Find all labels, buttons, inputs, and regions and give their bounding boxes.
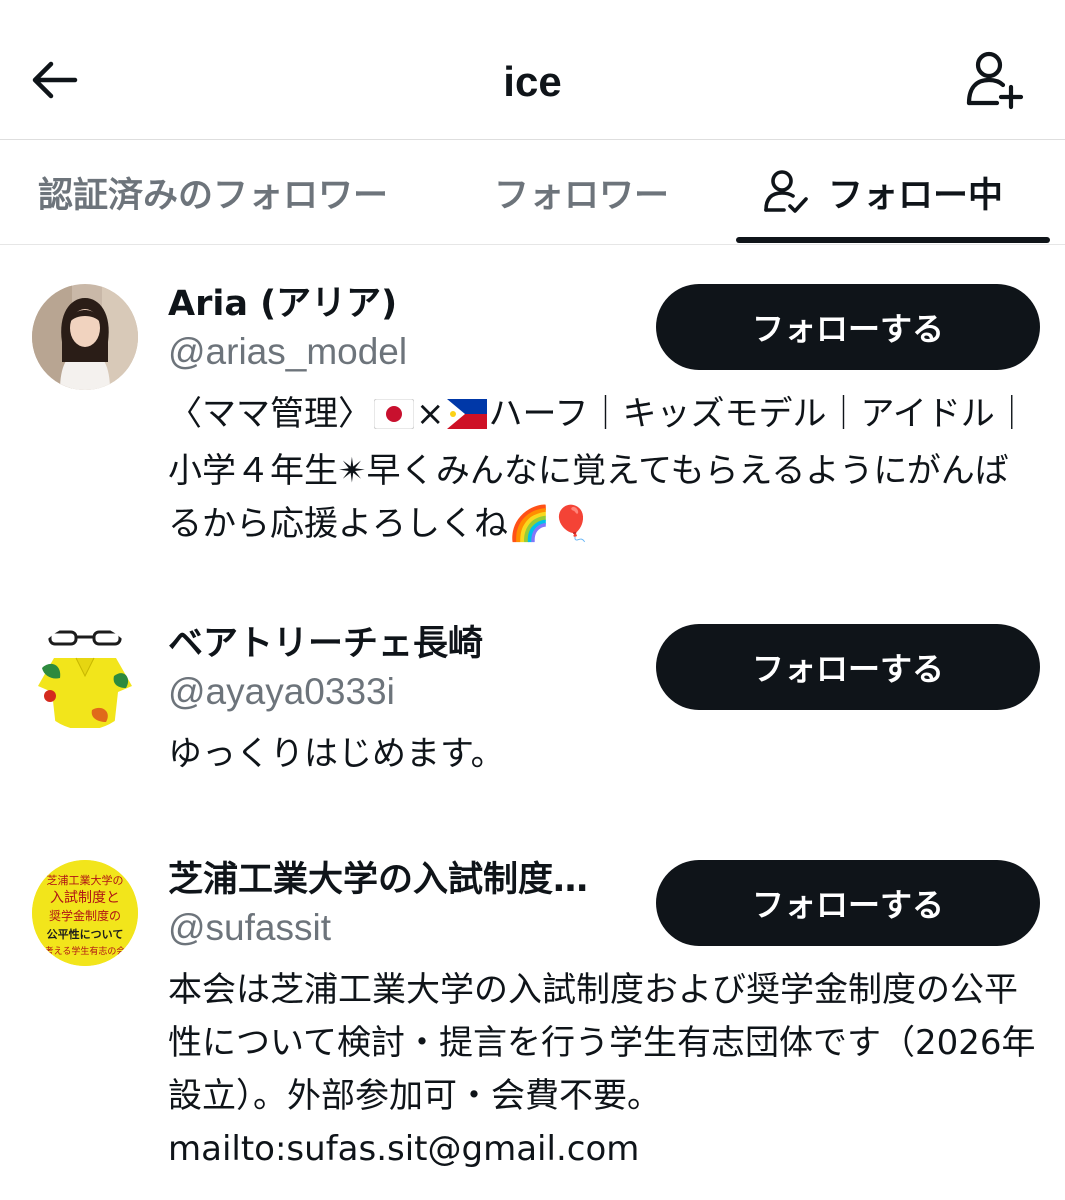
rainbow-balloon-emoji: 🌈🎈 (508, 504, 593, 544)
user-display-name: 芝浦工業大学の入試制度… (168, 860, 589, 900)
bio-text: 〈ママ管理〉 (168, 394, 372, 434)
avatar[interactable] (32, 284, 138, 390)
user-handle: @ayaya0333i (168, 671, 395, 712)
person-check-icon (762, 168, 810, 216)
tab-following[interactable]: フォロー中 (762, 140, 1003, 244)
avatar-text: 公平性について (47, 927, 124, 941)
avatar-text: 考える学生有志の会 (45, 945, 126, 957)
follow-button[interactable]: フォローする (656, 860, 1040, 946)
tab-following-label: フォロー中 (828, 175, 1004, 216)
follow-button[interactable]: フォローする (656, 284, 1040, 370)
top-bar: ice (0, 0, 1065, 140)
tab-verified-followers[interactable]: 認証済みのフォロワー (38, 140, 388, 244)
user-handle: @arias_model (168, 331, 408, 372)
avatar[interactable]: 芝浦工業大学の 入試制度と 奨学金制度の 公平性について 考える学生有志の会 (32, 860, 138, 966)
person-plus-icon (965, 49, 1025, 115)
japan-flag-icon (373, 392, 415, 445)
user-handle: @sufassit (168, 907, 331, 948)
user-bio: 〈ママ管理〉 × ハーフ｜キッズモデル｜アイドル｜小学４年生✴︎早くみんなに覚えても… (168, 388, 1038, 551)
tab-bar: 認証済みのフォロワー フォロワー フォロー中 (0, 140, 1065, 245)
tab-followers[interactable]: フォロワー (494, 140, 669, 244)
avatar[interactable] (32, 624, 138, 730)
user-display-name: Aria (アリア) (168, 284, 398, 324)
bio-text: × (416, 394, 445, 434)
user-display-name: ベアトリーチェ長崎 (168, 624, 484, 664)
add-user-button[interactable] (963, 48, 1027, 116)
user-bio: ゆっくりはじめます。 (168, 734, 505, 774)
avatar-text: 芝浦工業大学の (47, 873, 124, 887)
page-title: ice (503, 58, 562, 105)
avatar-text: 入試制度と (50, 890, 120, 906)
avatar-text: 奨学金制度の (49, 908, 121, 923)
active-tab-indicator (736, 237, 1050, 243)
user-bio: 本会は芝浦工業大学の入試制度および奨学金制度の公平性について検討・提言を行う学生… (168, 970, 1036, 1169)
philippines-flag-icon (446, 392, 487, 445)
follow-button[interactable]: フォローする (656, 624, 1040, 710)
